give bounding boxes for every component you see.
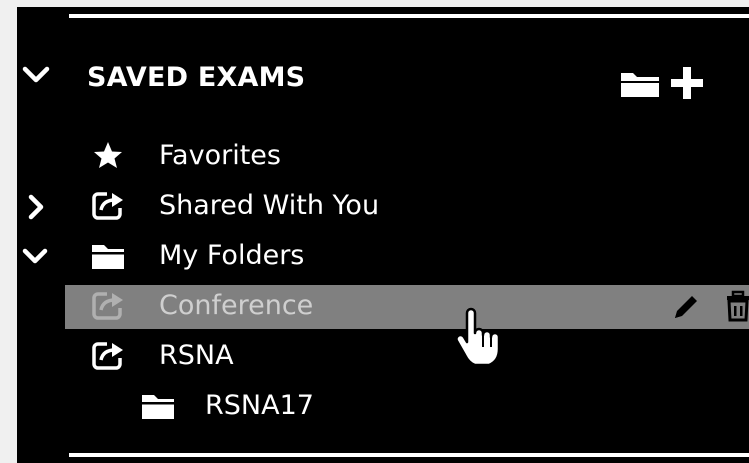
tree-item-rsna17[interactable]: RSNA17: [17, 385, 749, 429]
shared-folder-icon: [91, 190, 125, 222]
chevron-down-icon[interactable]: [21, 62, 51, 88]
bottom-divider: [69, 453, 749, 457]
tree-item-shared-with-you[interactable]: Shared With You: [17, 185, 749, 229]
folder-icon: [141, 393, 175, 421]
saved-exams-panel: SAVED EXAMS Favorites Shared With You My…: [17, 7, 749, 463]
tree-item-conference[interactable]: Conference: [65, 285, 749, 329]
shared-folder-icon: [91, 290, 125, 322]
top-divider: [69, 14, 749, 18]
section-title[interactable]: SAVED EXAMS: [87, 61, 305, 95]
trash-icon[interactable]: [725, 290, 749, 322]
tree-item-label: RSNA17: [205, 390, 314, 421]
chevron-down-icon[interactable]: [21, 245, 49, 269]
hand-cursor-icon: [457, 307, 517, 369]
chevron-right-icon[interactable]: [25, 193, 47, 221]
tree-item-label: My Folders: [159, 240, 305, 271]
shared-folder-icon: [91, 340, 125, 372]
tree-item-rsna[interactable]: RSNA: [17, 335, 749, 379]
folder-plus-icon: [621, 67, 703, 99]
add-folder-button[interactable]: [619, 65, 709, 99]
tree-item-label: RSNA: [159, 340, 234, 371]
tree-item-favorites[interactable]: Favorites: [17, 135, 749, 179]
tree-item-my-folders[interactable]: My Folders: [17, 235, 749, 279]
edit-pencil-icon[interactable]: [671, 293, 701, 321]
tree-item-label: Favorites: [159, 140, 281, 171]
folder-icon: [91, 243, 125, 271]
tree-item-label: Shared With You: [159, 190, 380, 221]
star-icon: [93, 141, 123, 169]
tree-item-label: Conference: [159, 290, 314, 321]
